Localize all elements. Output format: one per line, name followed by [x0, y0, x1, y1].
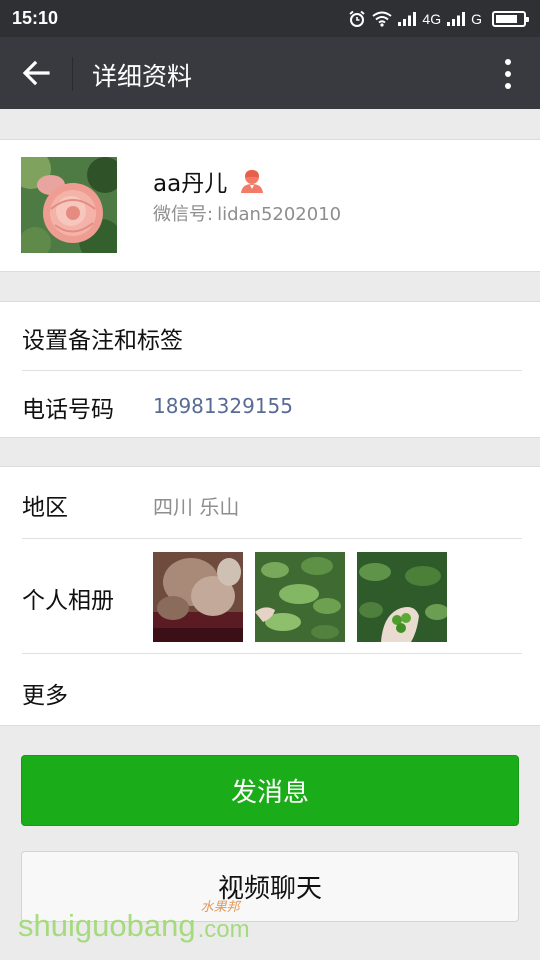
watermark-suffix: 水果邦 .com	[197, 900, 250, 944]
arrow-left-icon	[22, 60, 50, 86]
remark-label: 设置备注和标签	[22, 328, 183, 354]
status-time: 15:10	[12, 8, 59, 28]
female-icon	[241, 170, 264, 193]
signal-icon	[398, 12, 417, 26]
album-label: 个人相册	[22, 588, 114, 614]
album-photo-1[interactable]	[153, 552, 243, 642]
watermark-suffix-text: .com	[197, 916, 250, 943]
network-type-label: 4G	[422, 11, 442, 27]
battery-icon	[492, 11, 529, 27]
more-row[interactable]: 更多	[0, 654, 540, 726]
more-button[interactable]	[494, 55, 522, 93]
back-button[interactable]	[10, 49, 62, 97]
phone-value[interactable]: 18981329155	[153, 394, 293, 418]
wechat-id: 微信号: lidan5202010	[153, 200, 341, 226]
signal-icon	[447, 12, 466, 26]
status-icons: 4G G	[348, 9, 529, 29]
page-title: 详细资料	[92, 62, 193, 91]
status-bar: 15:10 4G G	[0, 0, 540, 37]
title-divider	[72, 57, 73, 91]
remark-row[interactable]: 设置备注和标签	[0, 302, 540, 370]
nickname-text: aa丹儿	[153, 171, 228, 197]
region-label: 地区	[22, 495, 68, 521]
more-vertical-icon	[505, 83, 511, 89]
phone-label: 电话号码	[22, 397, 114, 423]
watermark-cn: 水果邦	[200, 900, 240, 915]
wifi-icon	[372, 11, 393, 27]
region-value: 四川 乐山	[153, 495, 240, 519]
alarm-icon	[349, 10, 365, 27]
phone-row[interactable]: 电话号码 18981329155	[0, 371, 540, 438]
network-type-label: G	[471, 11, 482, 27]
more-vertical-icon	[505, 59, 511, 65]
more-label: 更多	[22, 683, 68, 709]
avatar[interactable]	[21, 157, 117, 253]
profile-card: aa丹儿 微信号: lidan5202010	[0, 139, 540, 272]
info-section: 设置备注和标签 电话号码 18981329155	[0, 301, 540, 438]
watermark-text: shuiguobang	[18, 908, 196, 943]
title-bar: 详细资料	[0, 37, 540, 109]
details-section: 地区 四川 乐山 个人相册 更多	[0, 466, 540, 726]
album-photo-3[interactable]	[357, 552, 447, 642]
wechat-id-label: 微信号:	[153, 204, 214, 225]
more-vertical-icon	[505, 71, 511, 77]
album-photo-2[interactable]	[255, 552, 345, 642]
watermark: shuiguobang 水果邦 .com	[18, 900, 250, 944]
wechat-id-value: lidan5202010	[217, 204, 342, 225]
region-row: 地区 四川 乐山	[0, 467, 540, 538]
nickname: aa丹儿	[153, 164, 265, 198]
send-message-button[interactable]: 发消息	[21, 755, 519, 826]
